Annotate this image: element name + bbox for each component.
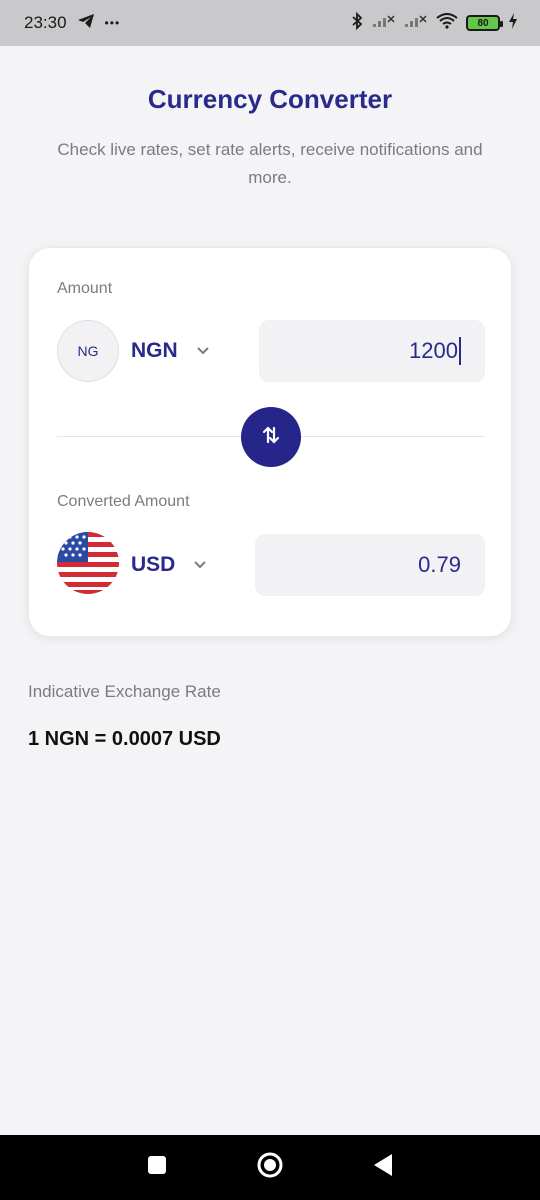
chevron-down-icon [196, 344, 210, 358]
converted-amount-field[interactable]: 0.79 [255, 534, 485, 596]
home-circle-icon [256, 1151, 284, 1184]
page-title: Currency Converter [147, 84, 393, 114]
signal-icon-2 [404, 14, 428, 33]
back-triangle-icon [372, 1153, 394, 1182]
wifi-icon [436, 12, 458, 34]
amount-input[interactable]: 1200 [259, 320, 485, 382]
usa-flag-icon [57, 531, 119, 599]
to-currency-code: USD [131, 553, 176, 576]
exchange-rate-value: 1 NGN = 0.0007 USD [28, 728, 221, 750]
from-currency-code: NGN [131, 339, 178, 362]
home-button[interactable] [255, 1151, 285, 1184]
status-bar: 23:30 ••• 80 [0, 0, 540, 46]
battery-icon: 80 [466, 15, 503, 31]
to-currency-select[interactable]: USD [57, 531, 207, 599]
chevron-down-icon [193, 558, 207, 572]
amount-label: Amount [57, 280, 113, 297]
converted-amount-value: 0.79 [418, 552, 461, 577]
signal-icon [372, 14, 396, 33]
swap-button[interactable] [241, 407, 301, 467]
text-caret [459, 337, 461, 365]
converted-amount-label: Converted Amount [57, 493, 190, 510]
status-right: 80 [350, 11, 518, 35]
status-time: 23:30 [24, 13, 67, 32]
bluetooth-icon [350, 11, 364, 35]
from-currency-select[interactable]: NG NGN [57, 320, 210, 382]
more-dots: ••• [104, 16, 121, 30]
ngn-flag-icon: NG [57, 320, 119, 382]
system-nav-bar [0, 1135, 540, 1200]
status-left: 23:30 ••• [24, 13, 120, 34]
swap-arrows-icon [259, 423, 283, 452]
converter-card: Amount NG NGN 1200 Converted Amount USD … [28, 247, 512, 637]
to-row: USD 0.79 [57, 531, 485, 599]
exchange-rate-label: Indicative Exchange Rate [28, 682, 221, 701]
square-icon [147, 1155, 167, 1180]
back-button[interactable] [368, 1153, 398, 1183]
page-subtitle: Check live rates, set rate alerts, recei… [57, 140, 483, 187]
from-row: NG NGN 1200 [57, 320, 485, 382]
amount-value: 1200 [409, 338, 458, 363]
recents-button[interactable] [142, 1153, 172, 1183]
telegram-icon [77, 13, 95, 34]
charging-icon [508, 12, 518, 34]
